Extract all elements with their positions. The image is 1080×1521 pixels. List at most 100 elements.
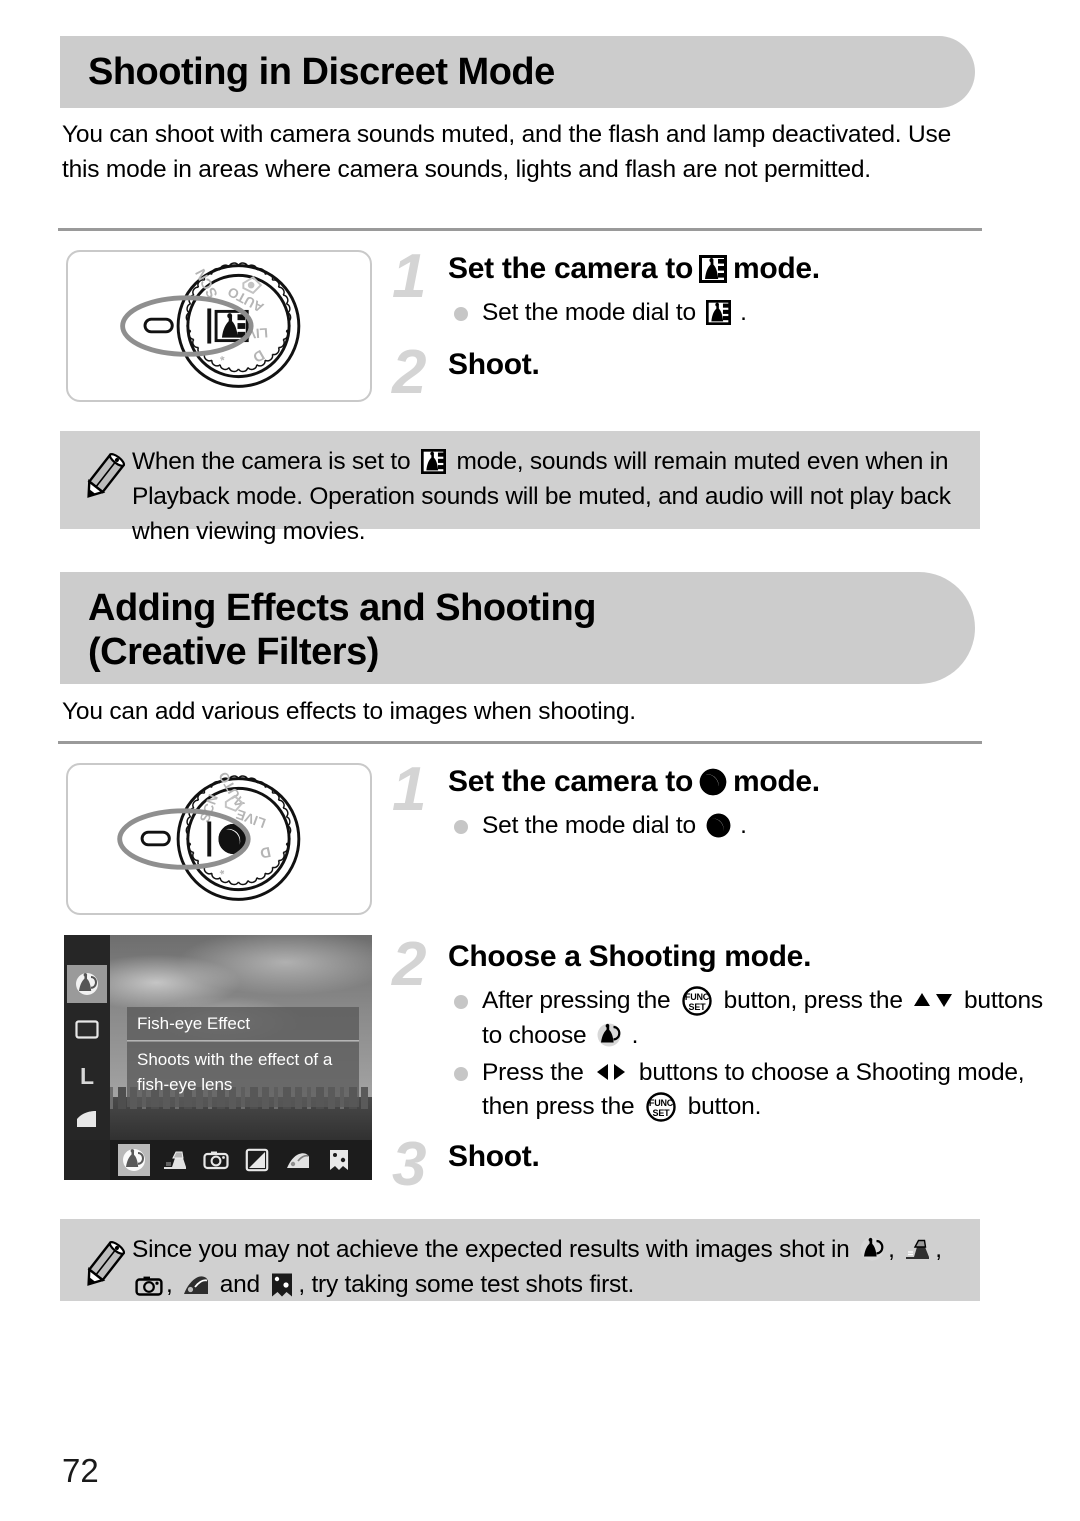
bullet-text-before: Set the mode dial to xyxy=(482,299,696,326)
creative-filters-icon xyxy=(699,768,727,796)
lcd-sidebar-item-compression[interactable] xyxy=(67,1100,107,1138)
note-text: When the camera is set to mode, sounds w… xyxy=(132,445,962,545)
note-separator-1: , xyxy=(888,1236,895,1263)
step-bullet-list: Set the mode dial to . xyxy=(448,809,1008,846)
divider-rule-2 xyxy=(58,741,982,744)
creative-filters-icon xyxy=(706,813,731,838)
toy-camera-icon xyxy=(135,1275,163,1297)
page-title-line1: Adding Effects and Shooting xyxy=(88,587,596,629)
super-vivid-icon xyxy=(182,1273,210,1297)
page-number: 72 xyxy=(62,1452,99,1489)
poster-effect-icon xyxy=(269,1272,295,1298)
discreet-mode-icon xyxy=(705,300,731,325)
mode-dial-figure-discreet: SCN AUTO LIVE D * xyxy=(66,250,372,402)
bullet-text-after: . xyxy=(740,299,747,326)
discreet-mode-icon xyxy=(420,449,446,474)
note-separator-3: , xyxy=(166,1270,173,1298)
list-item: Set the mode dial to . xyxy=(448,296,1008,331)
lcd-sidebar-item-image-size[interactable]: L xyxy=(67,1057,107,1095)
page-title: Shooting in Discreet Mode xyxy=(88,50,555,93)
svg-text:SET: SET xyxy=(689,1002,707,1012)
fish-eye-icon xyxy=(859,1236,885,1262)
step-heading-text-after: mode. xyxy=(733,765,820,798)
svg-text:SET: SET xyxy=(653,1108,671,1118)
note-text: Since you may not achieve the expected r… xyxy=(132,1233,962,1298)
manual-page: Shooting in Discreet Mode You can shoot … xyxy=(0,0,1080,1521)
discreet-mode-icon xyxy=(699,255,727,283)
step-heading: Shoot. xyxy=(448,348,540,382)
step-number: 1 xyxy=(392,242,427,311)
discreet-mode-icon-on-dial xyxy=(214,309,249,343)
note-text-part1: When the camera is set to xyxy=(132,448,411,475)
bullet-seg3: button. xyxy=(687,1093,762,1121)
step-heading: Set the camera to mode. xyxy=(448,765,820,799)
step-heading: Choose a Shooting mode. xyxy=(448,940,811,974)
lcd-tool-toy-camera[interactable] xyxy=(200,1144,232,1176)
note-text-part1: Since you may not achieve the expected r… xyxy=(132,1236,850,1263)
lcd-sidebar-item-aspect-ratio[interactable] xyxy=(67,1010,107,1048)
lcd-sidebar-item-fish-eye[interactable] xyxy=(67,965,107,1003)
bullet-seg1: After pressing the xyxy=(482,987,671,1014)
intro-paragraph-creative: You can add various effects to images wh… xyxy=(62,698,636,725)
section-heading-creative-filters: Adding Effects and Shooting (Creative Fi… xyxy=(60,572,975,684)
note-text-part2: , try taking some test shots first. xyxy=(298,1270,635,1298)
svg-text:FUNC: FUNC xyxy=(685,992,710,1002)
lcd-tool-miniature[interactable] xyxy=(159,1144,191,1176)
note-and-text: and xyxy=(219,1270,260,1298)
lcd-tool-fish-eye[interactable] xyxy=(118,1144,150,1176)
func-set-button-icon: FUNC SET xyxy=(681,985,713,1017)
up-down-buttons-icon xyxy=(912,990,954,1010)
step-heading-text-before: Shoot. xyxy=(448,348,540,381)
note-box-discreet: When the camera is set to mode, sounds w… xyxy=(60,431,980,545)
lcd-desc-line1: Shoots with the effect of a xyxy=(137,1050,333,1069)
step-number: 2 xyxy=(392,338,427,407)
section-heading-discreet-mode: Shooting in Discreet Mode xyxy=(60,36,975,108)
note-separator-2: , xyxy=(935,1236,942,1263)
step-heading-text-before: Set the camera to xyxy=(448,765,693,798)
bullet-seg4: . xyxy=(631,1021,639,1049)
list-item: Set the mode dial to . xyxy=(448,809,1008,844)
divider-rule-1 xyxy=(58,228,982,231)
lcd-tool-super-vivid[interactable] xyxy=(282,1144,314,1176)
step-heading-text-before: Shoot. xyxy=(448,1140,540,1173)
svg-text:FUNC: FUNC xyxy=(649,1098,674,1108)
note-box-creative: Since you may not achieve the expected r… xyxy=(60,1219,980,1301)
bullet-seg2: button, press the xyxy=(723,987,903,1014)
step-heading-text-before: Set the camera to xyxy=(448,252,693,285)
list-item: Press the buttons to choose a Shooting m… xyxy=(448,1056,1048,1126)
func-set-button-icon: FUNC SET xyxy=(645,1091,677,1123)
bullet-text-before: Set the mode dial to xyxy=(482,812,696,839)
step-heading: Set the camera to mode. xyxy=(448,252,820,286)
intro-paragraph-discreet: You can shoot with camera sounds muted, … xyxy=(62,121,951,184)
step-heading-text-after: mode. xyxy=(733,252,820,285)
step-bullet-list: Set the mode dial to . xyxy=(448,296,1008,333)
lcd-filter-toolbar xyxy=(110,1140,372,1180)
mode-dial-illustration: SCN AUTO LIVE D * xyxy=(117,769,301,901)
left-right-buttons-icon xyxy=(594,1061,628,1083)
fish-eye-icon xyxy=(596,1022,622,1048)
mode-dial-figure-creative: SCN AUTO LIVE D * xyxy=(66,763,372,915)
aspect-ratio-icon xyxy=(75,1019,99,1039)
lcd-image-size-label: L xyxy=(79,1062,95,1089)
lcd-effect-description: Shoots with the effect of a fish-eye len… xyxy=(127,1042,359,1108)
step-heading-text-before: Choose a Shooting mode. xyxy=(448,940,812,973)
step-number: 2 xyxy=(392,930,427,999)
list-item: After pressing the FUNC SET button, pres… xyxy=(448,984,1048,1054)
mode-dial-illustration: SCN AUTO LIVE D * xyxy=(120,262,301,388)
bullet-seg1: Press the xyxy=(482,1058,584,1086)
lcd-tool-poster-effect[interactable] xyxy=(323,1144,355,1176)
lcd-desc-line2: fish-eye lens xyxy=(137,1074,233,1094)
lcd-tool-monochrome[interactable] xyxy=(241,1144,273,1176)
bullet-text-after: . xyxy=(740,812,747,839)
compression-icon xyxy=(74,1109,100,1129)
lcd-effect-title: Fish-eye Effect xyxy=(127,1007,359,1041)
step-bullet-list: After pressing the FUNC SET button, pres… xyxy=(448,984,1048,1127)
step-heading: Shoot. xyxy=(448,1140,540,1174)
fish-eye-icon xyxy=(74,971,100,997)
camera-lcd-screen: L Fish-eye Effect Shoots with the effect… xyxy=(64,935,372,1180)
pencil-icon xyxy=(74,445,132,515)
page-title-line2: (Creative Filters) xyxy=(88,631,379,674)
step-number: 3 xyxy=(392,1130,427,1199)
lcd-sidebar: L xyxy=(64,935,110,1140)
miniature-icon xyxy=(904,1238,932,1262)
